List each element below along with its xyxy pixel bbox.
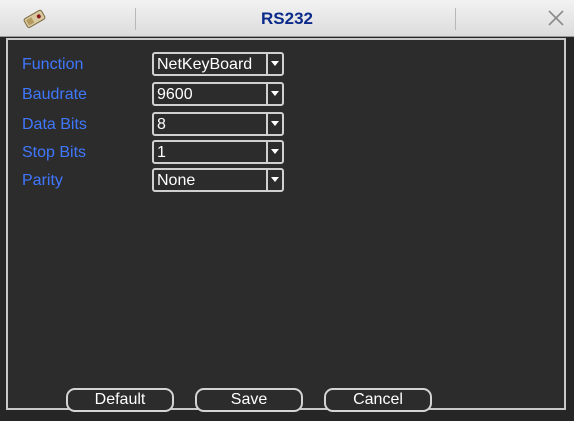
stop-bits-row: Stop Bits 1	[8, 140, 564, 166]
window-title: RS232	[261, 9, 313, 28]
function-value: NetKeyBoard	[157, 56, 253, 73]
chevron-down-icon[interactable]	[266, 54, 282, 74]
save-button[interactable]: Save	[195, 388, 303, 412]
data-bits-select[interactable]: 8	[152, 112, 284, 136]
data-bits-label: Data Bits	[22, 116, 87, 133]
baudrate-label: Baudrate	[22, 86, 87, 103]
settings-panel: Function NetKeyBoard Baudrate 9600 Data …	[6, 38, 566, 410]
close-icon[interactable]	[546, 8, 566, 28]
default-button[interactable]: Default	[66, 388, 174, 412]
cancel-button[interactable]: Cancel	[324, 388, 432, 412]
chevron-down-icon[interactable]	[266, 84, 282, 104]
chevron-down-icon[interactable]	[266, 170, 282, 190]
data-bits-row: Data Bits 8	[8, 112, 564, 138]
data-bits-value: 8	[157, 116, 166, 133]
title-bar: RS232	[0, 0, 574, 37]
chevron-down-icon[interactable]	[266, 114, 282, 134]
stop-bits-select[interactable]: 1	[152, 140, 284, 164]
function-select[interactable]: NetKeyBoard	[152, 52, 284, 76]
stop-bits-label: Stop Bits	[22, 144, 87, 161]
chevron-down-icon[interactable]	[266, 142, 282, 162]
baudrate-value: 9600	[157, 86, 193, 103]
parity-row: Parity None	[8, 168, 564, 194]
parity-value: None	[157, 172, 196, 189]
parity-select[interactable]: None	[152, 168, 284, 192]
stop-bits-value: 1	[157, 144, 166, 161]
parity-label: Parity	[22, 172, 63, 189]
baudrate-row: Baudrate 9600	[8, 82, 564, 108]
function-label: Function	[22, 56, 84, 73]
rs232-window: RS232 Function NetKeyBoard Baudrate 9600…	[0, 0, 574, 421]
function-row: Function NetKeyBoard	[8, 52, 564, 78]
baudrate-select[interactable]: 9600	[152, 82, 284, 106]
